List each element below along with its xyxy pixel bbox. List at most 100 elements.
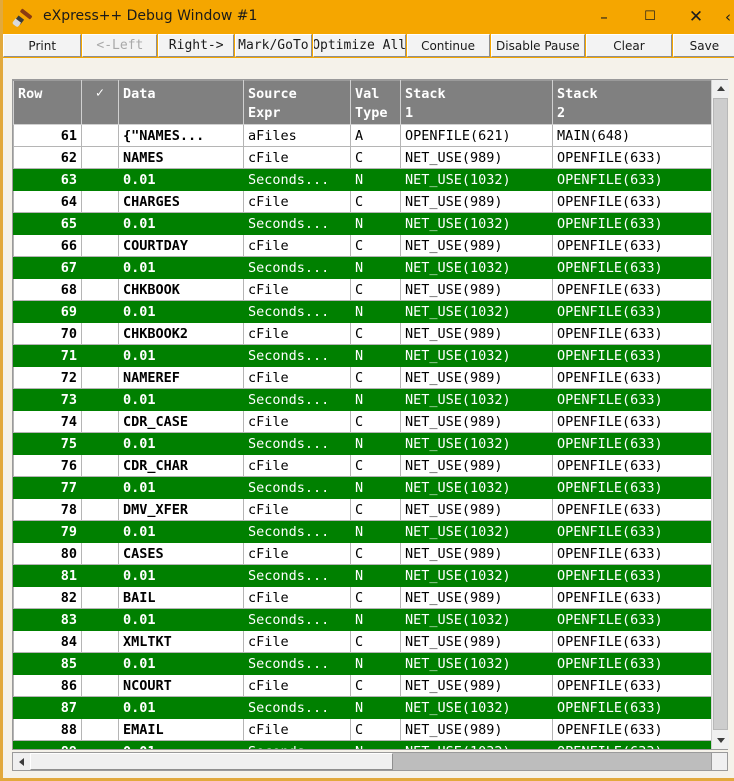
- horizontal-scrollbar[interactable]: [12, 752, 728, 771]
- cell-val[interactable]: N: [350, 520, 401, 543]
- cell-st1[interactable]: NET_USE(989): [400, 586, 553, 609]
- cell-row[interactable]: 66: [13, 234, 82, 257]
- cell-data[interactable]: CHKBOOK: [118, 278, 244, 301]
- cell-row[interactable]: 70: [13, 322, 82, 345]
- cell-data[interactable]: NAMES: [118, 146, 244, 169]
- cell-st2[interactable]: OPENFILE(633): [552, 432, 713, 455]
- cell-chk[interactable]: [81, 740, 119, 749]
- cell-data[interactable]: COURTDAY: [118, 234, 244, 257]
- cell-row[interactable]: 64: [13, 190, 82, 213]
- cell-src[interactable]: cFile: [243, 454, 351, 477]
- cell-val[interactable]: N: [350, 740, 401, 749]
- cell-src[interactable]: cFile: [243, 234, 351, 257]
- table-row[interactable]: 68 CHKBOOK cFile C NET_USE(989) OPENFILE(633): [13, 278, 713, 301]
- cell-val[interactable]: C: [350, 674, 401, 697]
- cell-chk[interactable]: [81, 146, 119, 169]
- cell-st1[interactable]: NET_USE(989): [400, 234, 553, 257]
- cell-chk[interactable]: [81, 498, 119, 521]
- cell-data[interactable]: {"NAMES...: [118, 124, 244, 147]
- toolbar-button-optimize-all[interactable]: Optimize All: [312, 34, 406, 57]
- grid-header-data[interactable]: Data: [118, 80, 244, 125]
- cell-st1[interactable]: NET_USE(1032): [400, 740, 553, 749]
- cell-data[interactable]: DMV_XFER: [118, 498, 244, 521]
- cell-st1[interactable]: NET_USE(989): [400, 674, 553, 697]
- cell-val[interactable]: C: [350, 366, 401, 389]
- cell-src[interactable]: Seconds...: [243, 652, 351, 675]
- cell-val[interactable]: N: [350, 168, 401, 191]
- table-row[interactable]: 75 0.01 Seconds... N NET_USE(1032) OPENFILE(6…: [13, 432, 713, 455]
- cell-st2[interactable]: OPENFILE(633): [552, 718, 713, 741]
- grid-header-val[interactable]: Val Type: [350, 80, 401, 125]
- cell-st1[interactable]: NET_USE(1032): [400, 432, 553, 455]
- cell-st2[interactable]: OPENFILE(633): [552, 300, 713, 323]
- cell-chk[interactable]: [81, 168, 119, 191]
- toolbar-button-clear[interactable]: Clear: [586, 34, 672, 57]
- cell-row[interactable]: 82: [13, 586, 82, 609]
- table-row[interactable]: 71 0.01 Seconds... N NET_USE(1032) OPENFILE(6…: [13, 344, 713, 367]
- cell-row[interactable]: 75: [13, 432, 82, 455]
- cell-val[interactable]: C: [350, 630, 401, 653]
- cell-val[interactable]: C: [350, 410, 401, 433]
- cell-row[interactable]: 86: [13, 674, 82, 697]
- cell-st2[interactable]: OPENFILE(633): [552, 586, 713, 609]
- cell-st1[interactable]: NET_USE(1032): [400, 564, 553, 587]
- cell-data[interactable]: 0.01: [118, 344, 244, 367]
- table-row[interactable]: 70 CHKBOOK2 cFile C NET_USE(989) OPENFILE(633…: [13, 322, 713, 345]
- vertical-scrollbar[interactable]: [711, 80, 729, 749]
- cell-st2[interactable]: OPENFILE(633): [552, 652, 713, 675]
- cell-row[interactable]: 87: [13, 696, 82, 719]
- cell-src[interactable]: Seconds...: [243, 168, 351, 191]
- cell-data[interactable]: EMAIL: [118, 718, 244, 741]
- vertical-scrollbar-thumb[interactable]: [713, 98, 728, 730]
- cell-data[interactable]: 0.01: [118, 476, 244, 499]
- cell-row[interactable]: 68: [13, 278, 82, 301]
- cell-data[interactable]: BAIL: [118, 586, 244, 609]
- table-row[interactable]: 82 BAIL cFile C NET_USE(989) OPENFILE(633): [13, 586, 713, 609]
- cell-row[interactable]: 89: [13, 740, 82, 749]
- cell-st1[interactable]: NET_USE(1032): [400, 476, 553, 499]
- table-row[interactable]: 79 0.01 Seconds... N NET_USE(1032) OPENFILE(6…: [13, 520, 713, 543]
- cell-chk[interactable]: [81, 256, 119, 279]
- cell-row[interactable]: 80: [13, 542, 82, 565]
- cell-st1[interactable]: NET_USE(1032): [400, 256, 553, 279]
- table-row[interactable]: 86 NCOURT cFile C NET_USE(989) OPENFILE(633): [13, 674, 713, 697]
- cell-val[interactable]: C: [350, 718, 401, 741]
- cell-data[interactable]: CDR_CHAR: [118, 454, 244, 477]
- cell-st2[interactable]: OPENFILE(633): [552, 366, 713, 389]
- cell-st1[interactable]: OPENFILE(621): [400, 124, 553, 147]
- cell-val[interactable]: N: [350, 476, 401, 499]
- cell-chk[interactable]: [81, 344, 119, 367]
- cell-st2[interactable]: OPENFILE(633): [552, 454, 713, 477]
- cell-chk[interactable]: [81, 432, 119, 455]
- cell-row[interactable]: 83: [13, 608, 82, 631]
- table-row[interactable]: 73 0.01 Seconds... N NET_USE(1032) OPENFILE(6…: [13, 388, 713, 411]
- cell-st2[interactable]: MAIN(648): [552, 124, 713, 147]
- cell-src[interactable]: cFile: [243, 542, 351, 565]
- cell-src[interactable]: cFile: [243, 630, 351, 653]
- cell-data[interactable]: 0.01: [118, 564, 244, 587]
- cell-src[interactable]: cFile: [243, 190, 351, 213]
- cell-data[interactable]: NCOURT: [118, 674, 244, 697]
- grid-header-row[interactable]: Row: [13, 80, 82, 125]
- cell-chk[interactable]: [81, 322, 119, 345]
- cell-val[interactable]: C: [350, 542, 401, 565]
- cell-data[interactable]: XMLTKT: [118, 630, 244, 653]
- cell-val[interactable]: C: [350, 234, 401, 257]
- table-row[interactable]: 74 CDR_CASE cFile C NET_USE(989) OPENFILE(633…: [13, 410, 713, 433]
- cell-row[interactable]: 84: [13, 630, 82, 653]
- cell-src[interactable]: cFile: [243, 278, 351, 301]
- cell-st2[interactable]: OPENFILE(633): [552, 322, 713, 345]
- cell-val[interactable]: C: [350, 190, 401, 213]
- cell-st1[interactable]: NET_USE(989): [400, 630, 553, 653]
- cell-data[interactable]: 0.01: [118, 652, 244, 675]
- cell-st1[interactable]: NET_USE(989): [400, 718, 553, 741]
- cell-src[interactable]: Seconds...: [243, 300, 351, 323]
- cell-st1[interactable]: NET_USE(989): [400, 542, 553, 565]
- cell-val[interactable]: N: [350, 344, 401, 367]
- minimize-icon[interactable]: –: [581, 0, 627, 33]
- cell-row[interactable]: 69: [13, 300, 82, 323]
- cell-src[interactable]: Seconds...: [243, 476, 351, 499]
- window-title-bar[interactable]: eXpress++ Debug Window #1 – ☐ ✕ ‹: [3, 0, 734, 33]
- cell-st1[interactable]: NET_USE(1032): [400, 652, 553, 675]
- cell-st1[interactable]: NET_USE(989): [400, 454, 553, 477]
